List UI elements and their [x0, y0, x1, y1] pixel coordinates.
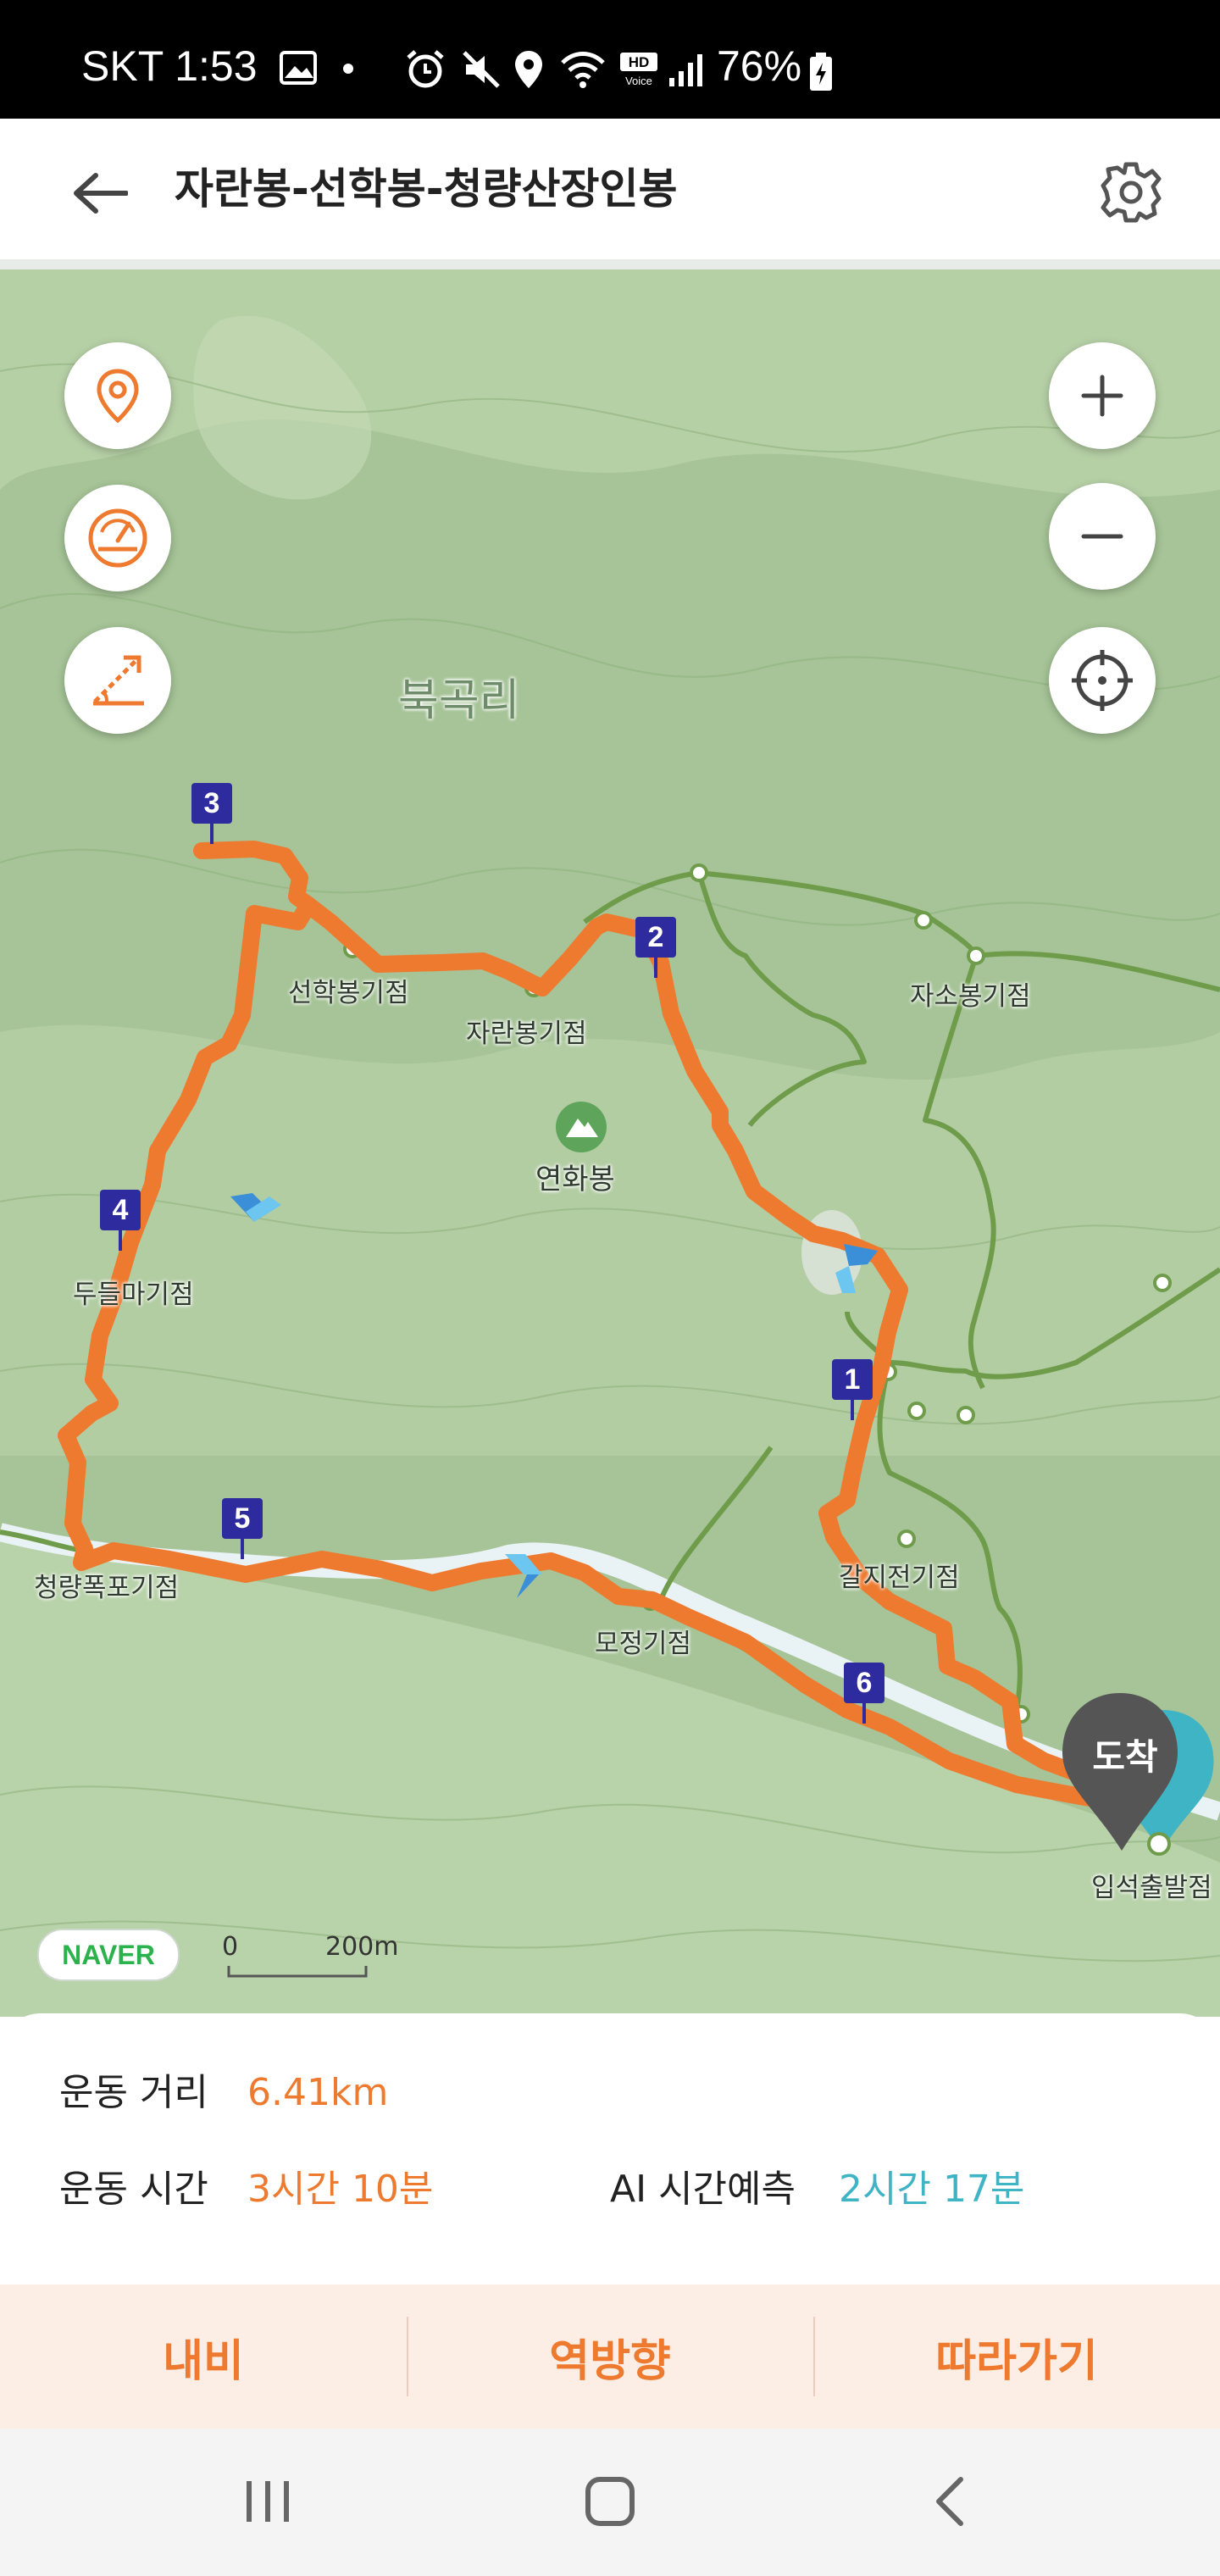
mute-icon — [463, 51, 500, 88]
map-label-jaso: 자소봉기점 — [910, 981, 1031, 1012]
route-info-panel: 운동 거리 6.41km 운동 시간 3시간 10분 AI 시간예측 2시간 1… — [0, 2013, 1220, 2285]
app-header: 자란봉-선학봉-청량산장인봉 — [0, 119, 1220, 263]
location-icon — [515, 51, 542, 88]
waypoint-button[interactable] — [64, 342, 171, 449]
distance-value: 6.41km — [247, 2071, 389, 2114]
page-title: 자란봉-선학봉-청량산장인봉 — [175, 164, 678, 214]
map-label-village: 북곡리 — [398, 675, 520, 726]
alarm-icon — [407, 50, 444, 88]
altitude-button[interactable] — [64, 627, 171, 734]
settings-button[interactable] — [1093, 154, 1169, 230]
plus-icon — [1081, 375, 1123, 417]
back-button[interactable] — [59, 153, 141, 234]
route-marker-5[interactable]: 5 — [222, 1498, 263, 1559]
wifi-icon — [561, 52, 605, 88]
status-carrier-time: SKT 1:53 — [81, 42, 258, 90]
map-label-jaran: 자란봉기점 — [466, 1019, 587, 1049]
ai-estimate-value: 2시간 17분 — [839, 2168, 1025, 2211]
reverse-button[interactable]: 역방향 — [407, 2285, 813, 2429]
system-nav-bar — [0, 2429, 1220, 2576]
distance-label: 운동 거리 — [59, 2071, 208, 2114]
map-label-cheongryang: 청량폭포기점 — [34, 1573, 180, 1603]
map-label-yeonhwa: 연화봉 — [535, 1163, 615, 1196]
map-label-dumaegi: 두들마기점 — [73, 1280, 194, 1310]
current-location-button[interactable] — [1049, 627, 1156, 734]
header-divider — [0, 259, 1220, 269]
signal-icon — [669, 54, 702, 86]
battery-percent: 76% — [717, 42, 802, 90]
scale-distance: 200m — [325, 1932, 399, 1962]
arrow-left-icon — [74, 173, 128, 214]
recent-apps-icon[interactable] — [242, 2478, 293, 2525]
map-label-mojeong: 모정기점 — [595, 1629, 692, 1659]
zoom-in-button[interactable] — [1049, 342, 1156, 449]
speedometer-icon — [88, 508, 147, 568]
location-pin-icon — [97, 369, 139, 424]
follow-button[interactable]: 따라가기 — [813, 2285, 1220, 2429]
minus-icon — [1081, 534, 1123, 539]
route-marker-1[interactable]: 1 — [832, 1359, 873, 1420]
navigate-button[interactable]: 내비 — [0, 2285, 407, 2429]
map-terrain — [0, 269, 1220, 2017]
scale-zero: 0 — [222, 1932, 239, 1962]
arrival-label: 도착 — [1092, 1736, 1158, 1778]
route-marker-6[interactable]: 6 — [844, 1663, 884, 1724]
slope-icon — [93, 655, 144, 706]
action-bar: 내비 역방향 따라가기 — [0, 2285, 1220, 2429]
map-label-seonhak: 선학봉기점 — [288, 978, 409, 1008]
svg-text:HD: HD — [629, 54, 650, 70]
naver-logo: NAVER — [37, 1929, 180, 1981]
route-marker-3[interactable]: 3 — [191, 783, 232, 844]
route-marker-2[interactable]: 2 — [635, 917, 676, 978]
status-bar: SKT 1:53 HD Voice 76% — [0, 0, 1220, 119]
time-value: 3시간 10분 — [247, 2168, 434, 2211]
battery-charging-icon — [810, 53, 832, 91]
zoom-out-button[interactable] — [1049, 483, 1156, 590]
map-view[interactable]: 북곡리 선학봉기점 자란봉기점 연화봉 자소봉기점 두들마기점 청량폭포기점 모… — [0, 269, 1220, 2017]
svg-text:Voice: Voice — [625, 75, 652, 87]
arrival-pin[interactable] — [1059, 1693, 1220, 1879]
route-marker-4[interactable]: 4 — [100, 1190, 141, 1251]
back-nav-icon[interactable] — [930, 2474, 968, 2529]
hd-voice-icon: HD Voice — [620, 53, 657, 87]
map-label-jigi: 갈지전기점 — [839, 1563, 960, 1593]
speed-button[interactable] — [64, 485, 171, 591]
gallery-icon — [280, 51, 317, 85]
dot-icon — [343, 64, 353, 74]
crosshair-icon — [1072, 650, 1133, 711]
home-icon[interactable] — [583, 2474, 637, 2529]
time-label: 운동 시간 — [59, 2168, 208, 2211]
gear-icon — [1101, 162, 1162, 223]
ai-estimate-label: AI 시간예측 — [610, 2168, 796, 2211]
